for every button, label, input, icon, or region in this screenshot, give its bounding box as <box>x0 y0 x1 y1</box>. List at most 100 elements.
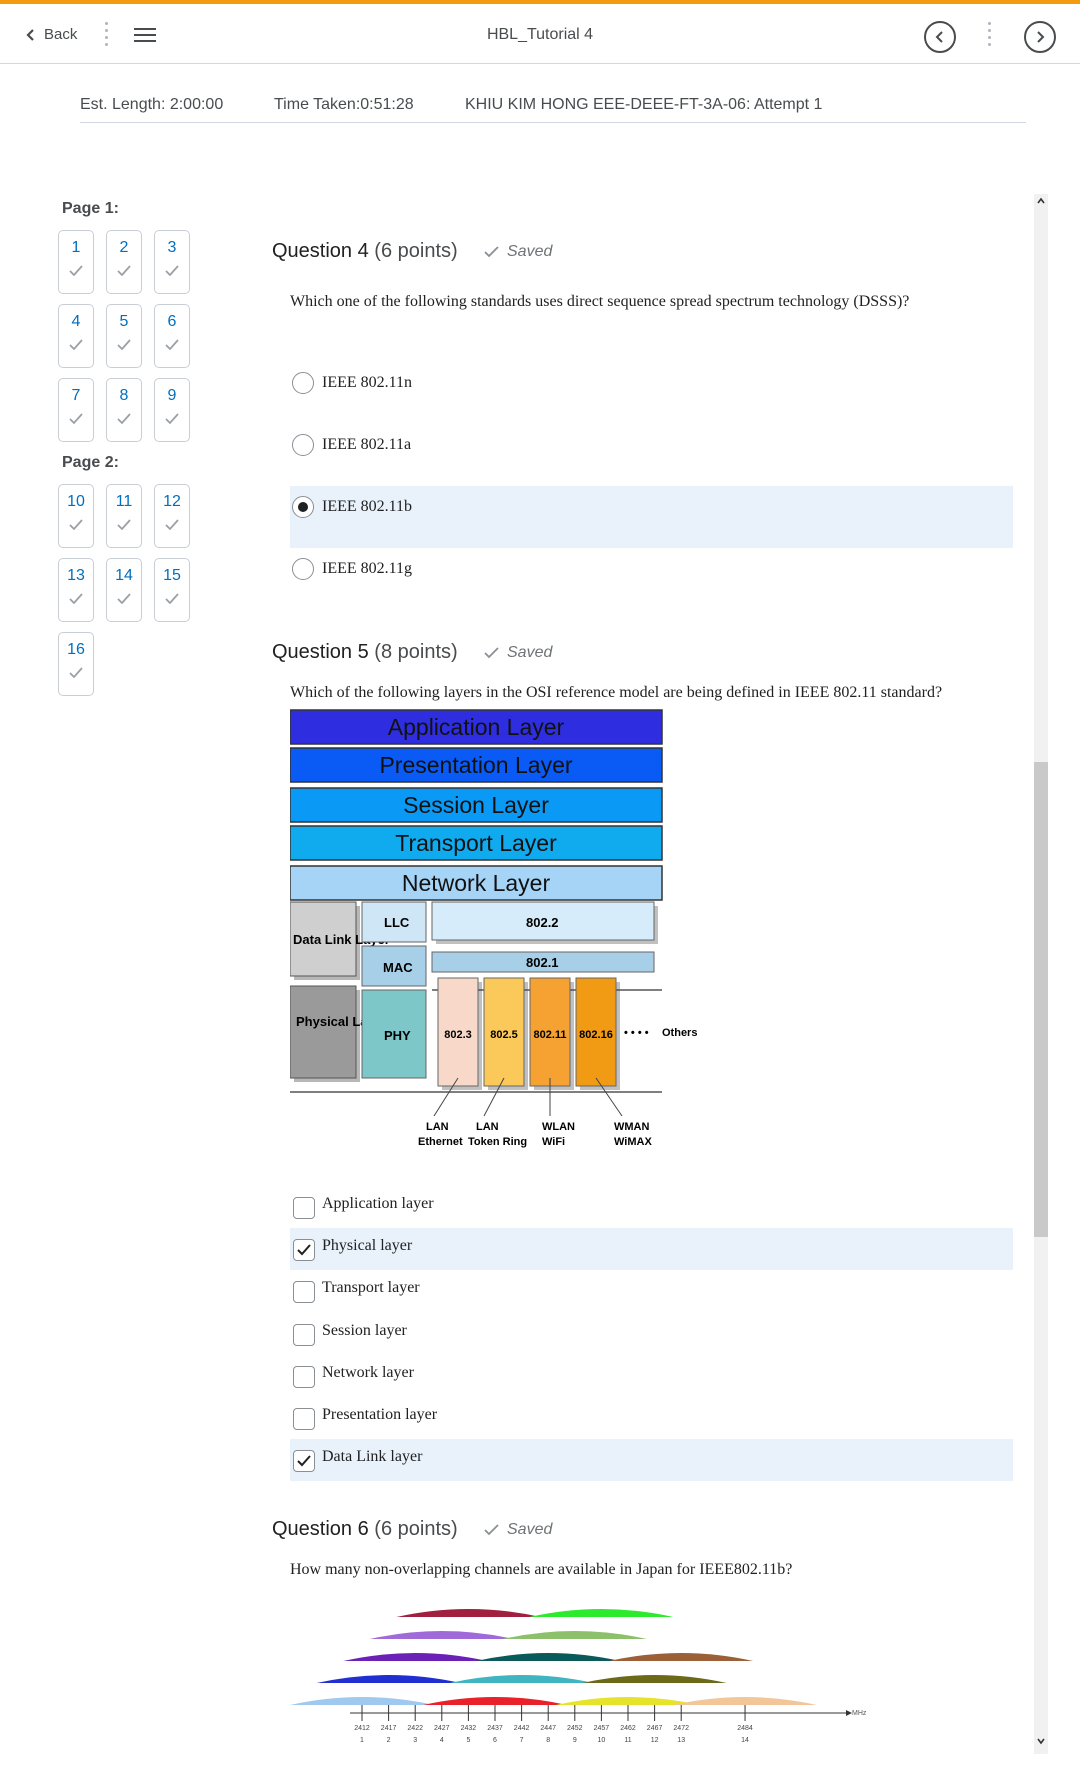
question-nav-button[interactable]: 15 <box>154 558 190 622</box>
option-label: Transport layer <box>322 1279 420 1297</box>
question4-option[interactable]: IEEE 802.11a <box>290 424 1013 486</box>
standard-label: 802.16 <box>579 1029 613 1041</box>
question6-text: How many non-overlapping channels are av… <box>290 1561 793 1578</box>
network-name-label: WiMAX <box>614 1136 652 1148</box>
network-type-label: WLAN <box>542 1121 575 1133</box>
mac-label: MAC <box>383 960 413 975</box>
radio-button[interactable] <box>292 496 314 518</box>
network-name-label: Token Ring <box>468 1136 527 1148</box>
channel-band <box>449 1675 594 1683</box>
page2-grid: 10 11 12 13 14 15 16 <box>58 484 218 696</box>
question-nav-number: 11 <box>115 493 133 510</box>
question-nav-button[interactable]: 6 <box>154 304 190 368</box>
question-nav-number: 15 <box>163 567 181 584</box>
question-nav-button[interactable]: 13 <box>58 558 94 622</box>
question5-option[interactable]: Network layer <box>290 1355 1013 1397</box>
question-nav-button[interactable]: 10 <box>58 484 94 548</box>
standard-label: 802.3 <box>444 1029 472 1041</box>
radio-button[interactable] <box>292 558 314 580</box>
channel-band <box>529 1609 674 1617</box>
freq-label: 2472 <box>673 1725 689 1732</box>
question-nav-button[interactable]: 7 <box>58 378 94 442</box>
checkmark-icon <box>165 339 179 351</box>
option-label: Data Link layer <box>322 1448 423 1466</box>
page-title: HBL_Tutorial 4 <box>486 26 594 43</box>
channel-band <box>369 1631 514 1639</box>
question4-title: Question 4 (6 points) <box>272 240 458 263</box>
scroll-down-icon[interactable] <box>1036 1736 1046 1746</box>
checkbox[interactable] <box>293 1323 315 1346</box>
question5-option[interactable]: Transport layer <box>290 1270 1013 1312</box>
question-nav-button[interactable]: 4 <box>58 304 94 368</box>
checkbox[interactable] <box>293 1239 315 1262</box>
s8022-label: 802.2 <box>526 915 559 930</box>
checkbox[interactable] <box>293 1408 315 1430</box>
quiz-info-bar: Est. Length: 2:00:00 Time Taken:0:51:28 … <box>80 96 1026 123</box>
channel-number-label: 3 <box>413 1737 417 1744</box>
channel-band <box>609 1653 754 1661</box>
question-nav-button[interactable]: 3 <box>154 230 190 294</box>
question5-option[interactable]: Physical layer <box>290 1228 1013 1271</box>
others-label: Others <box>662 1027 697 1039</box>
checkmark-icon <box>69 265 83 277</box>
question-nav-button[interactable]: 2 <box>106 230 142 294</box>
question-nav-button[interactable]: 11 <box>106 484 142 548</box>
scrollbar-thumb[interactable] <box>1034 762 1048 1237</box>
question4-option[interactable]: IEEE 802.11n <box>290 362 1013 424</box>
network-type-label: LAN <box>476 1121 499 1133</box>
checkmark-icon <box>117 519 131 531</box>
checkbox[interactable] <box>293 1197 315 1219</box>
channel-number-label: 9 <box>573 1737 577 1744</box>
time-taken: Time Taken:0:51:28 <box>274 96 414 113</box>
option-label: Physical layer <box>322 1237 413 1255</box>
question-nav-number: 16 <box>67 641 85 658</box>
freq-label: 2437 <box>487 1725 503 1732</box>
question6-title: Question 6 (6 points) <box>272 1518 458 1541</box>
checkbox[interactable] <box>293 1365 315 1388</box>
question-nav-number: 1 <box>71 239 81 256</box>
question5-option[interactable]: Application layer <box>290 1186 1013 1228</box>
channel-band <box>556 1697 700 1705</box>
freq-label: 2467 <box>647 1725 663 1732</box>
checkmark-icon <box>484 1524 499 1536</box>
question4-option[interactable]: IEEE 802.11g <box>290 548 1013 610</box>
question-nav-button[interactable]: 8 <box>106 378 142 442</box>
osi-layer-label: Network Layer <box>402 870 551 896</box>
question-nav-number: 10 <box>67 493 85 510</box>
radio-button[interactable] <box>292 372 314 394</box>
question-nav-button[interactable]: 16 <box>58 632 94 696</box>
checkmark-icon <box>69 593 83 605</box>
freq-label: 2462 <box>620 1725 636 1732</box>
llc-label: LLC <box>384 915 410 930</box>
question5-option[interactable]: Data Link layer <box>290 1439 1013 1482</box>
question-nav-number: 12 <box>163 493 181 510</box>
question-nav-number: 13 <box>67 567 85 584</box>
page2-label: Page 2: <box>62 454 119 471</box>
question5-option[interactable]: Presentation layer <box>290 1397 1013 1439</box>
scroll-up-icon[interactable] <box>1036 196 1046 206</box>
question6-points: (6 points) <box>374 1518 458 1540</box>
question-nav-number: 4 <box>71 313 81 330</box>
phy-label: PHY <box>384 1028 411 1043</box>
next-circle-icon[interactable] <box>1024 21 1056 53</box>
question4-option[interactable]: IEEE 802.11b <box>290 486 1013 548</box>
freq-label: 2427 <box>434 1725 450 1732</box>
question5-option[interactable]: Session layer <box>290 1313 1013 1355</box>
question-nav-button[interactable]: 5 <box>106 304 142 368</box>
radio-button[interactable] <box>292 434 314 456</box>
channel-number-label: 12 <box>651 1737 659 1744</box>
saved-label: Saved <box>507 644 553 661</box>
question-nav-button[interactable]: 12 <box>154 484 190 548</box>
question-nav-button[interactable]: 14 <box>106 558 142 622</box>
page1-label: Page 1: <box>62 200 119 217</box>
osi-ieee802-diagram: Application Layer Presentation Layer Sessi… <box>290 709 697 1148</box>
question-nav-button[interactable]: 1 <box>58 230 94 294</box>
previous-circle-icon[interactable] <box>924 21 956 53</box>
freq-label: 2447 <box>540 1725 556 1732</box>
option-label: Application layer <box>322 1195 434 1212</box>
osi-layer-label: Application Layer <box>388 714 565 740</box>
checkbox[interactable] <box>293 1281 315 1304</box>
question6-label: Question 6 <box>272 1518 369 1540</box>
checkbox[interactable] <box>293 1450 315 1473</box>
question-nav-button[interactable]: 9 <box>154 378 190 442</box>
